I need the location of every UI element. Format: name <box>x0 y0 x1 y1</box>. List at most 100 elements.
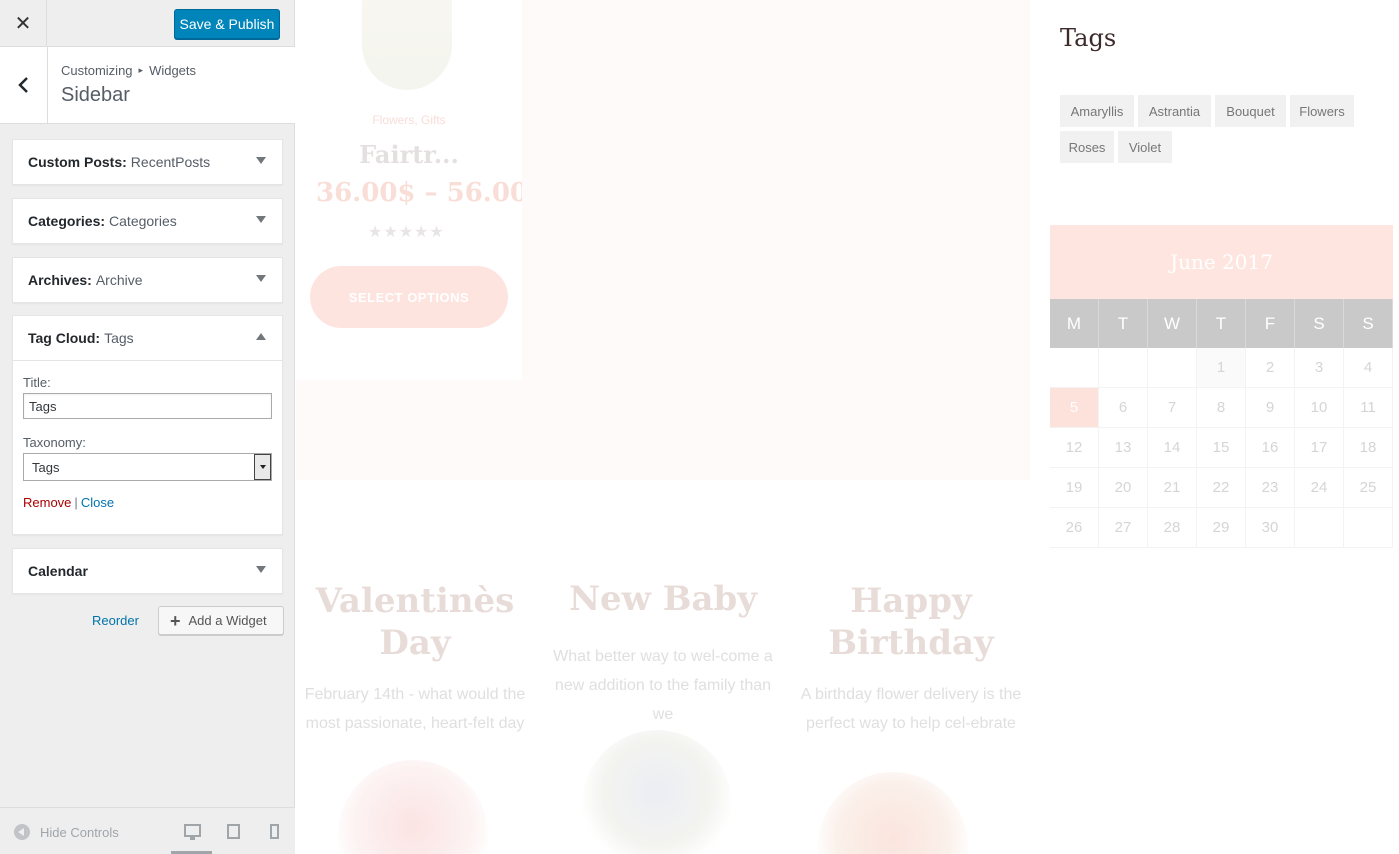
widget-calendar[interactable]: Calendar <box>12 548 283 594</box>
occasion-title[interactable]: Valentinès Day <box>300 580 530 664</box>
occasion-new-baby: New Baby What better way to wel-come a n… <box>548 578 778 729</box>
valentines-bouquet-image <box>338 760 488 854</box>
calendar-day-header: M <box>1050 299 1099 348</box>
star-rating-icon: ★★★★★ <box>368 224 445 241</box>
section-header: Customizing ▸ Widgets Sidebar <box>0 47 295 124</box>
collapse-arrow-icon[interactable] <box>256 333 266 340</box>
close-widget-link[interactable]: Close <box>81 495 114 510</box>
calendar-day: 23 <box>1246 468 1295 508</box>
calendar-day: 17 <box>1295 428 1344 468</box>
title-input[interactable]: Tags <box>23 393 272 419</box>
add-widget-button[interactable]: + Add a Widget <box>158 606 284 635</box>
occasion-valentines: Valentinès Day February 14th - what woul… <box>300 580 530 738</box>
tag-link[interactable]: Amaryllis <box>1060 95 1134 127</box>
product-title[interactable]: Fairtr... <box>296 140 522 169</box>
calendar-caption: June 2017 <box>1050 225 1393 299</box>
product-image[interactable] <box>362 0 452 90</box>
widget-archives[interactable]: Archives: Archive <box>12 257 283 303</box>
desktop-preview-icon[interactable] <box>184 824 201 840</box>
calendar-day: 19 <box>1050 468 1099 508</box>
select-options-button[interactable]: SELECT OPTIONS <box>310 266 508 328</box>
widget-title: RecentPosts <box>130 154 211 170</box>
calendar-day: 27 <box>1099 508 1148 548</box>
title-label: Title: <box>23 375 51 390</box>
tag-link[interactable]: Bouquet <box>1215 95 1286 127</box>
occasion-text: A birthday flower delivery is the perfec… <box>800 686 1022 732</box>
taxonomy-selected-value: Tags <box>32 459 60 475</box>
widget-tag-cloud: Tag Cloud: Tags Title: Tags Taxonomy: Ta… <box>12 315 283 535</box>
taxonomy-label: Taxonomy: <box>23 435 86 450</box>
calendar-day: 11 <box>1344 388 1393 428</box>
widget-type: Custom Posts: <box>28 154 127 170</box>
occasion-title[interactable]: Happy Birthday <box>796 580 1026 664</box>
calendar-day: 8 <box>1197 388 1246 428</box>
calendar-day-header: S <box>1295 299 1344 348</box>
remove-widget-link[interactable]: Remove <box>23 495 71 510</box>
occasion-text: February 14th - what would the most pass… <box>304 686 526 732</box>
calendar-day-header: T <box>1099 299 1148 348</box>
calendar-day-header: T <box>1197 299 1246 348</box>
expand-arrow-icon[interactable] <box>256 216 266 223</box>
tag-link[interactable]: Roses <box>1060 131 1114 163</box>
hide-controls-button[interactable]: Hide Controls <box>14 824 119 840</box>
breadcrumb-widgets: Widgets <box>149 63 197 78</box>
tag-link[interactable]: Astrantia <box>1138 95 1211 127</box>
product-category[interactable]: Flowers, Gifts <box>296 113 522 127</box>
expand-arrow-icon[interactable] <box>256 566 266 573</box>
widget-tag-cloud-form: Title: Tags Taxonomy: Tags Remove | Close <box>13 360 282 524</box>
calendar-day: 16 <box>1246 428 1295 468</box>
calendar-day: 9 <box>1246 388 1295 428</box>
product-price: 36.00$ – 56.00$ <box>316 178 522 208</box>
taxonomy-select[interactable]: Tags <box>23 453 272 481</box>
expand-arrow-icon[interactable] <box>256 157 266 164</box>
calendar-day <box>1344 508 1393 548</box>
customizer-footer: Hide Controls <box>0 807 295 854</box>
calendar-day: 25 <box>1344 468 1393 508</box>
mobile-preview-icon[interactable] <box>270 824 279 839</box>
calendar-day: 26 <box>1050 508 1099 548</box>
widget-type: Archives: <box>28 272 92 288</box>
calendar-day: 15 <box>1197 428 1246 468</box>
collapse-sidebar-icon <box>14 824 30 840</box>
customizer-sidebar: ✕ Save & Publish Customizing ▸ Widgets S… <box>0 0 295 854</box>
calendar-day: 13 <box>1099 428 1148 468</box>
calendar-day: 20 <box>1099 468 1148 508</box>
widget-title: Tags <box>104 330 134 346</box>
calendar-day: 10 <box>1295 388 1344 428</box>
expand-arrow-icon[interactable] <box>256 275 266 282</box>
tags-widget-title: Tags <box>1060 24 1117 52</box>
calendar-day-today: 5 <box>1050 388 1099 428</box>
calendar-day: 29 <box>1197 508 1246 548</box>
close-customizer-button[interactable]: ✕ <box>0 0 47 47</box>
calendar-day: 12 <box>1050 428 1099 468</box>
occasion-title[interactable]: New Baby <box>548 578 778 620</box>
breadcrumb: Customizing ▸ Widgets <box>61 63 196 78</box>
reorder-link[interactable]: Reorder <box>92 613 139 628</box>
dropdown-arrow-icon[interactable] <box>254 454 271 480</box>
calendar-day: 28 <box>1148 508 1197 548</box>
link-separator: | <box>74 495 78 510</box>
back-button[interactable] <box>0 47 48 123</box>
widget-type: Categories: <box>28 213 106 229</box>
save-publish-button[interactable]: Save & Publish <box>174 9 280 39</box>
calendar-day: 24 <box>1295 468 1344 508</box>
tag-link[interactable]: Violet <box>1118 131 1172 163</box>
hide-controls-label: Hide Controls <box>40 824 119 840</box>
tag-link[interactable]: Flowers <box>1290 95 1354 127</box>
breadcrumb-customizing: Customizing <box>61 63 133 78</box>
calendar-day <box>1050 348 1099 388</box>
calendar-day: 3 <box>1295 348 1344 388</box>
widget-tag-cloud-header[interactable]: Tag Cloud: Tags <box>13 316 282 360</box>
widget-title: Categories <box>109 213 177 229</box>
occasion-happy-birthday: Happy Birthday A birthday flower deliver… <box>796 580 1026 738</box>
new-baby-bouquet-image <box>582 730 732 854</box>
calendar-day-header: W <box>1148 299 1197 348</box>
widget-type: Tag Cloud: <box>28 330 101 346</box>
tablet-preview-icon[interactable] <box>227 824 240 839</box>
calendar-day <box>1099 348 1148 388</box>
calendar-day <box>1295 508 1344 548</box>
calendar-widget: June 2017 M T W T F S S 1 2 3 4 5 6 7 8 … <box>1050 225 1393 548</box>
widget-categories[interactable]: Categories: Categories <box>12 198 283 244</box>
widget-custom-posts[interactable]: Custom Posts: RecentPosts <box>12 139 283 185</box>
calendar-day-header: S <box>1344 299 1393 348</box>
